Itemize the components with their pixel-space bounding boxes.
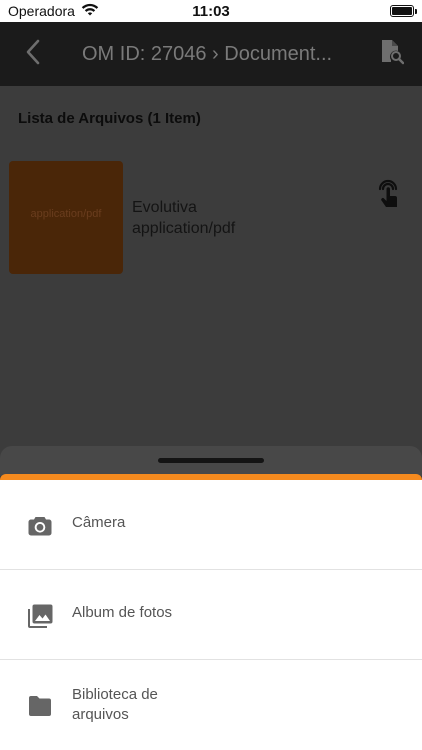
file-list-item[interactable]: application/pdf Evolutiva application/pd…	[9, 161, 413, 275]
option-file-library[interactable]: Biblioteca de arquivos	[0, 660, 422, 749]
file-name: Evolutiva	[132, 199, 197, 216]
back-button[interactable]	[18, 38, 48, 70]
file-thumbnail: application/pdf	[9, 161, 123, 274]
page-title: OM ID: 27046 › Document...	[82, 43, 333, 65]
app-header: OM ID: 27046 › Document...	[0, 22, 422, 86]
sheet-options: Câmera Album de fotos Biblioteca de arqu…	[0, 480, 422, 750]
camera-icon	[26, 512, 54, 540]
status-time: 11:03	[192, 2, 230, 20]
chevron-left-icon	[25, 39, 41, 70]
option-photo-album[interactable]: Album de fotos	[0, 570, 422, 659]
file-list-section: Lista de Arquivos (1 Item) application/p…	[0, 86, 422, 466]
status-bar: Operadora 11:03	[0, 0, 422, 22]
touch-gesture-icon[interactable]	[373, 179, 403, 211]
attachment-bottom-sheet: Câmera Album de fotos Biblioteca de arqu…	[0, 446, 422, 750]
battery-level	[392, 7, 412, 15]
option-camera-label: Câmera	[72, 514, 126, 531]
option-photo-album-label: Album de fotos	[72, 604, 173, 621]
thumbnail-label: application/pdf	[30, 207, 102, 220]
file-type: application/pdf	[132, 220, 236, 237]
option-file-library-label: Biblioteca de arquivos	[72, 686, 158, 723]
folder-icon	[26, 692, 54, 720]
sheet-header	[0, 446, 422, 476]
option-camera[interactable]: Câmera	[0, 480, 422, 569]
battery-icon	[390, 5, 417, 17]
document-search-button[interactable]	[378, 39, 406, 70]
photo-library-icon	[26, 602, 54, 630]
document-search-icon	[380, 39, 405, 70]
sheet-drag-handle[interactable]	[158, 458, 264, 463]
file-list-title: Lista de Arquivos (1 Item)	[18, 110, 201, 127]
